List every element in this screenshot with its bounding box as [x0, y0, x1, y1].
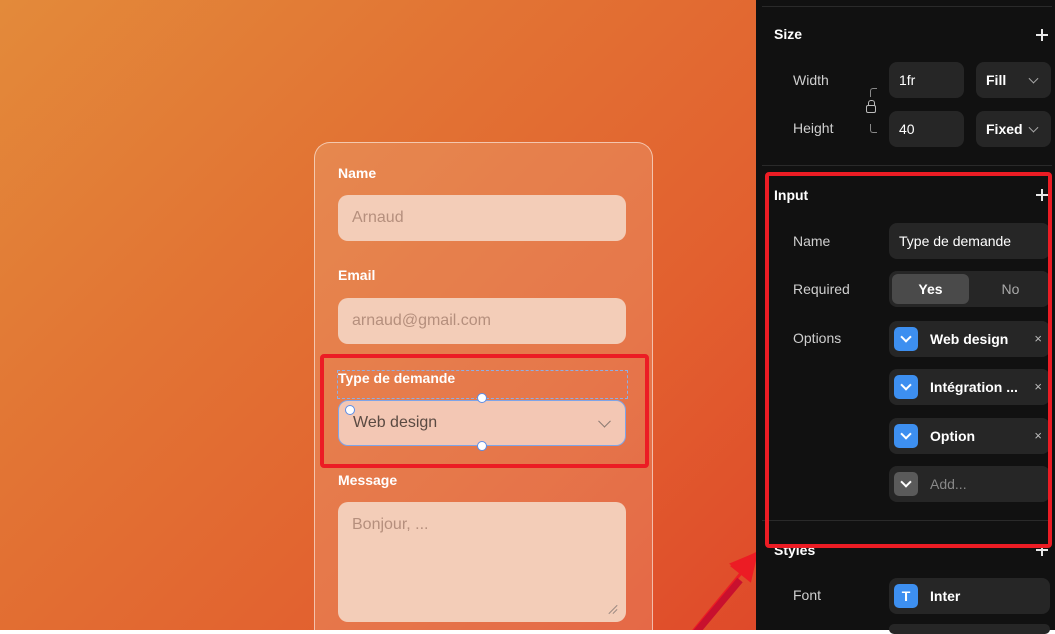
design-canvas[interactable]: Name Arnaud Email arnaud@gmail.com Type … [0, 0, 756, 630]
annotation-arrow [692, 552, 756, 630]
width-label: Width [793, 72, 829, 88]
panel-divider [762, 165, 1052, 166]
height-mode-value: Fixed [986, 121, 1023, 137]
size-section-title: Size [774, 26, 803, 42]
highlight-box-form-field [320, 354, 649, 468]
width-input[interactable]: 1fr [889, 62, 964, 98]
resize-handle-icon[interactable] [608, 604, 618, 614]
height-input[interactable]: 40 [889, 111, 964, 147]
width-mode-select[interactable]: Fill [976, 62, 1051, 98]
highlight-box-input-section [765, 172, 1052, 548]
font-select[interactable]: T Inter [889, 578, 1050, 614]
email-field-label: Email [338, 267, 376, 283]
height-label: Height [793, 120, 834, 136]
font-label: Font [793, 587, 822, 603]
chevron-down-icon [1028, 73, 1039, 84]
next-style-field[interactable] [889, 624, 1050, 634]
message-textarea[interactable]: Bonjour, ... [338, 502, 626, 622]
email-input[interactable]: arnaud@gmail.com [338, 298, 626, 344]
name-field-label: Name [338, 165, 377, 181]
name-input[interactable]: Arnaud [338, 195, 626, 241]
message-placeholder: Bonjour, ... [352, 516, 429, 533]
message-field-label: Message [338, 472, 398, 488]
lock-icon[interactable] [866, 88, 878, 134]
plus-icon[interactable] [1036, 29, 1048, 41]
font-value: Inter [930, 588, 961, 604]
font-icon: T [894, 584, 918, 608]
height-mode-select[interactable]: Fixed [976, 111, 1051, 147]
width-mode-value: Fill [986, 72, 1007, 88]
chevron-down-icon [1028, 122, 1039, 133]
panel-divider [762, 6, 1052, 7]
